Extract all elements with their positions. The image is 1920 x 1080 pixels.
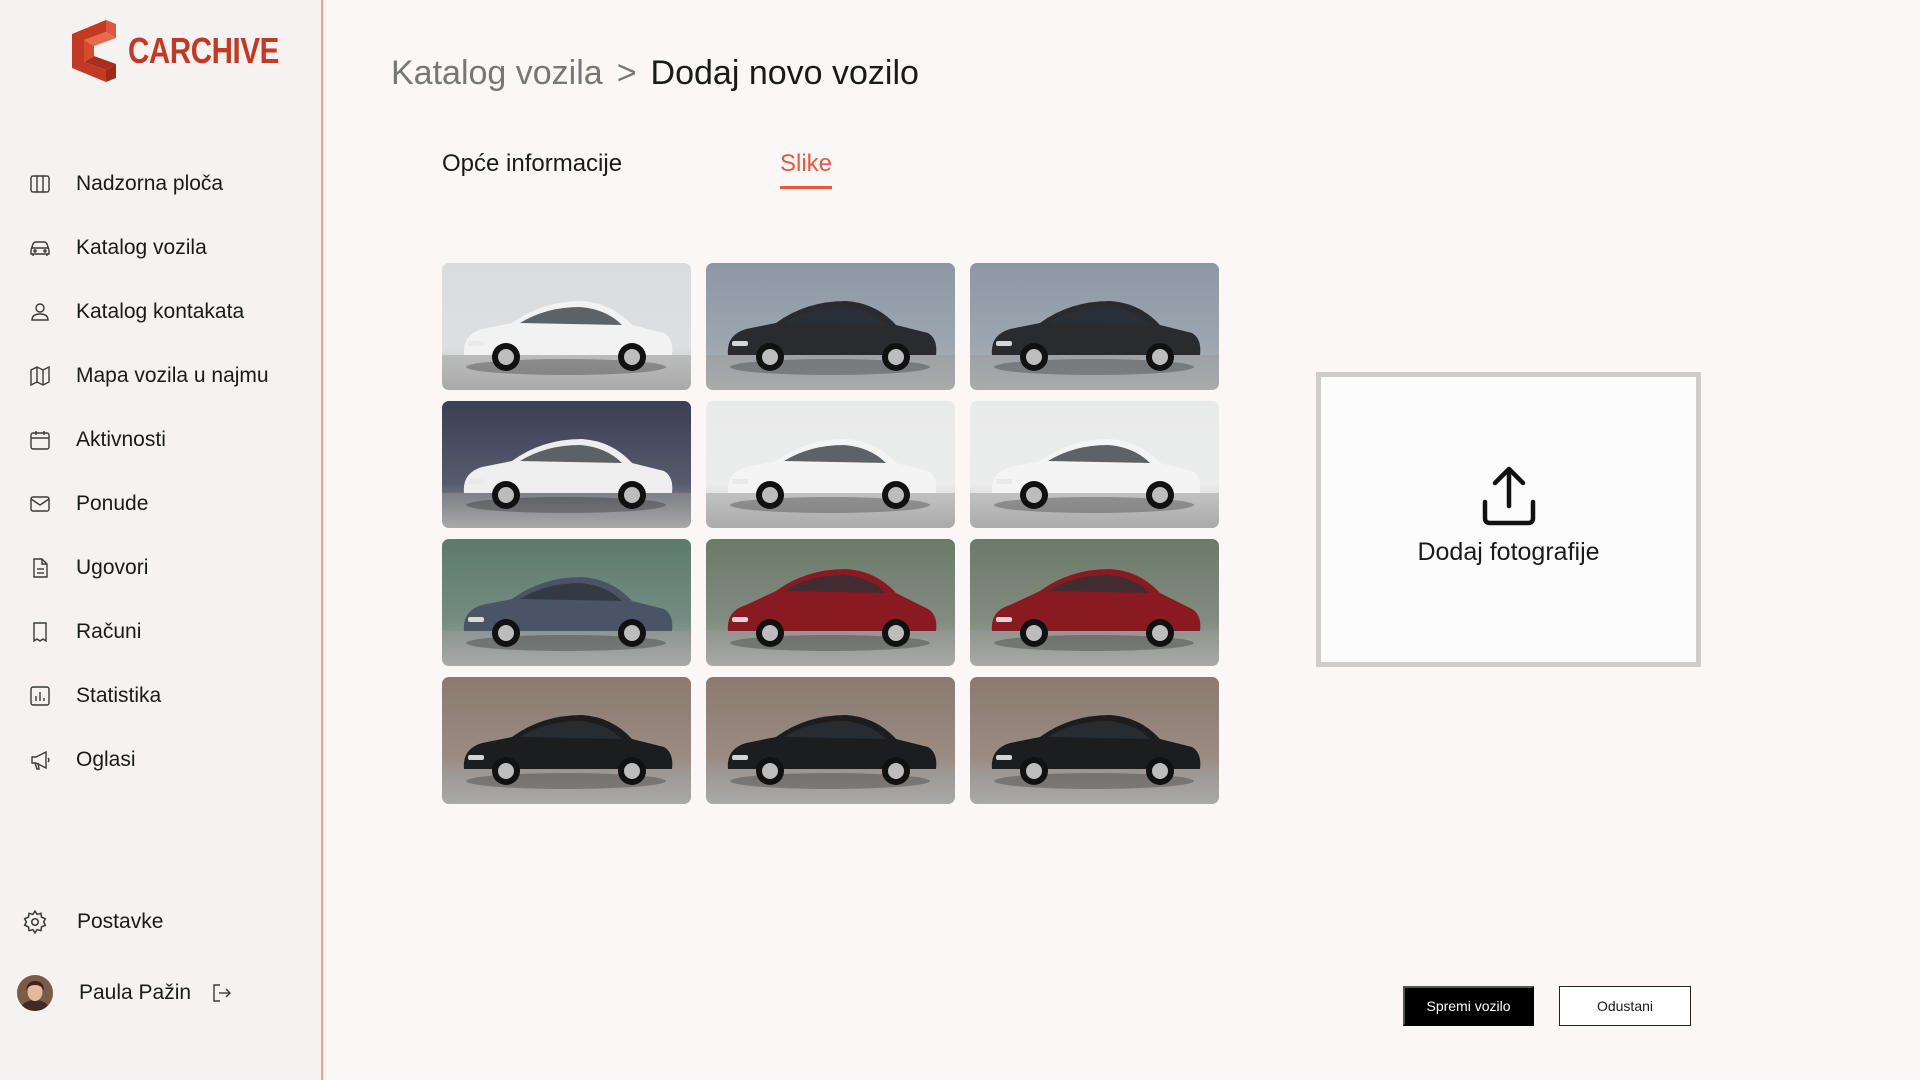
sidebar-item-label: Statistika: [76, 684, 162, 707]
photo-grid: [442, 263, 1219, 804]
brand-name: CARCHIVE: [128, 30, 279, 71]
document-icon: [28, 556, 52, 580]
vehicle-photo-thumbnail[interactable]: [706, 401, 955, 528]
sidebar-item-contacts[interactable]: Katalog kontakata: [0, 280, 321, 344]
sidebar-item-label: Ponude: [76, 492, 149, 515]
sidebar-item-label: Nadzorna ploča: [76, 172, 224, 195]
avatar[interactable]: [17, 975, 53, 1011]
sidebar-nav: Nadzorna ploča Katalog vozila Katalog ko…: [0, 152, 321, 792]
sidebar-item-rental-map[interactable]: Mapa vozila u najmu: [0, 344, 321, 408]
breadcrumb: Katalog vozila > Dodaj novo vozilo: [391, 54, 919, 93]
car-photo-icon: [706, 677, 955, 804]
mail-icon: [28, 492, 52, 516]
sidebar-item-label: Katalog vozila: [76, 236, 207, 259]
save-vehicle-button[interactable]: Spremi vozilo: [1403, 986, 1534, 1026]
car-photo-icon: [970, 401, 1219, 528]
sidebar-item-activities[interactable]: Aktivnosti: [0, 408, 321, 472]
cancel-button[interactable]: Odustani: [1559, 986, 1691, 1026]
car-photo-icon: [706, 263, 955, 390]
vehicle-photo-thumbnail[interactable]: [442, 401, 691, 528]
car-photo-icon: [706, 401, 955, 528]
car-icon: [28, 236, 52, 260]
vehicle-photo-thumbnail[interactable]: [706, 263, 955, 390]
sidebar-item-label: Aktivnosti: [76, 428, 166, 451]
gear-icon: [22, 909, 48, 935]
sidebar-item-vehicle-catalog[interactable]: Katalog vozila: [0, 216, 321, 280]
user-icon: [28, 300, 52, 324]
map-icon: [28, 364, 52, 388]
receipt-icon: [28, 620, 52, 644]
upload-icon: [1475, 462, 1543, 530]
user-profile: Paula Pažin: [0, 968, 321, 1018]
vehicle-photo-thumbnail[interactable]: [442, 539, 691, 666]
sidebar-item-statistics[interactable]: Statistika: [0, 664, 321, 728]
carchive-logo[interactable]: CARCHIVE: [72, 20, 312, 82]
car-photo-icon: [442, 263, 691, 390]
car-photo-icon: [442, 401, 691, 528]
dashboard-icon: [28, 172, 52, 196]
car-photo-icon: [970, 263, 1219, 390]
breadcrumb-parent-link[interactable]: Katalog vozila: [391, 54, 603, 93]
sidebar-item-label: Mapa vozila u najmu: [76, 364, 269, 387]
upload-dropzone[interactable]: Dodaj fotografije: [1316, 372, 1701, 667]
settings-label: Postavke: [77, 910, 164, 933]
sidebar-item-label: Katalog kontakata: [76, 300, 245, 323]
vehicle-photo-thumbnail[interactable]: [970, 677, 1219, 804]
sidebar-item-ads[interactable]: Oglasi: [0, 728, 321, 792]
sidebar-item-label: Oglasi: [76, 748, 136, 771]
user-name: Paula Pažin: [79, 981, 192, 1004]
vehicle-photo-thumbnail[interactable]: [970, 539, 1219, 666]
sidebar: CARCHIVE Nadzorna ploča Katalog vozila K…: [0, 0, 323, 1080]
sidebar-item-label: Računi: [76, 620, 142, 643]
sidebar-item-dashboard[interactable]: Nadzorna ploča: [0, 152, 321, 216]
car-photo-icon: [442, 677, 691, 804]
logout-icon[interactable]: [210, 981, 234, 1005]
sidebar-item-contracts[interactable]: Ugovori: [0, 536, 321, 600]
car-photo-icon: [706, 539, 955, 666]
vehicle-photo-thumbnail[interactable]: [970, 401, 1219, 528]
upload-label: Dodaj fotografije: [1417, 538, 1600, 566]
breadcrumb-separator: >: [616, 54, 637, 92]
megaphone-icon: [28, 748, 52, 772]
vehicle-photo-thumbnail[interactable]: [970, 263, 1219, 390]
vehicle-photo-thumbnail[interactable]: [442, 677, 691, 804]
vehicle-photo-thumbnail[interactable]: [442, 263, 691, 390]
vehicle-photo-thumbnail[interactable]: [706, 539, 955, 666]
logo-mark-icon: [72, 20, 116, 82]
car-photo-icon: [970, 677, 1219, 804]
sidebar-item-offers[interactable]: Ponude: [0, 472, 321, 536]
tab-general-info[interactable]: Opće informacije: [442, 150, 622, 178]
sidebar-item-label: Ugovori: [76, 556, 149, 579]
sidebar-item-settings[interactable]: Postavke: [0, 896, 321, 948]
calendar-icon: [28, 428, 52, 452]
chart-icon: [28, 684, 52, 708]
sidebar-item-invoices[interactable]: Računi: [0, 600, 321, 664]
page-title: Dodaj novo vozilo: [650, 54, 919, 92]
tab-images[interactable]: Slike: [780, 150, 833, 189]
vehicle-photo-thumbnail[interactable]: [706, 677, 955, 804]
car-photo-icon: [442, 539, 691, 666]
car-photo-icon: [970, 539, 1219, 666]
